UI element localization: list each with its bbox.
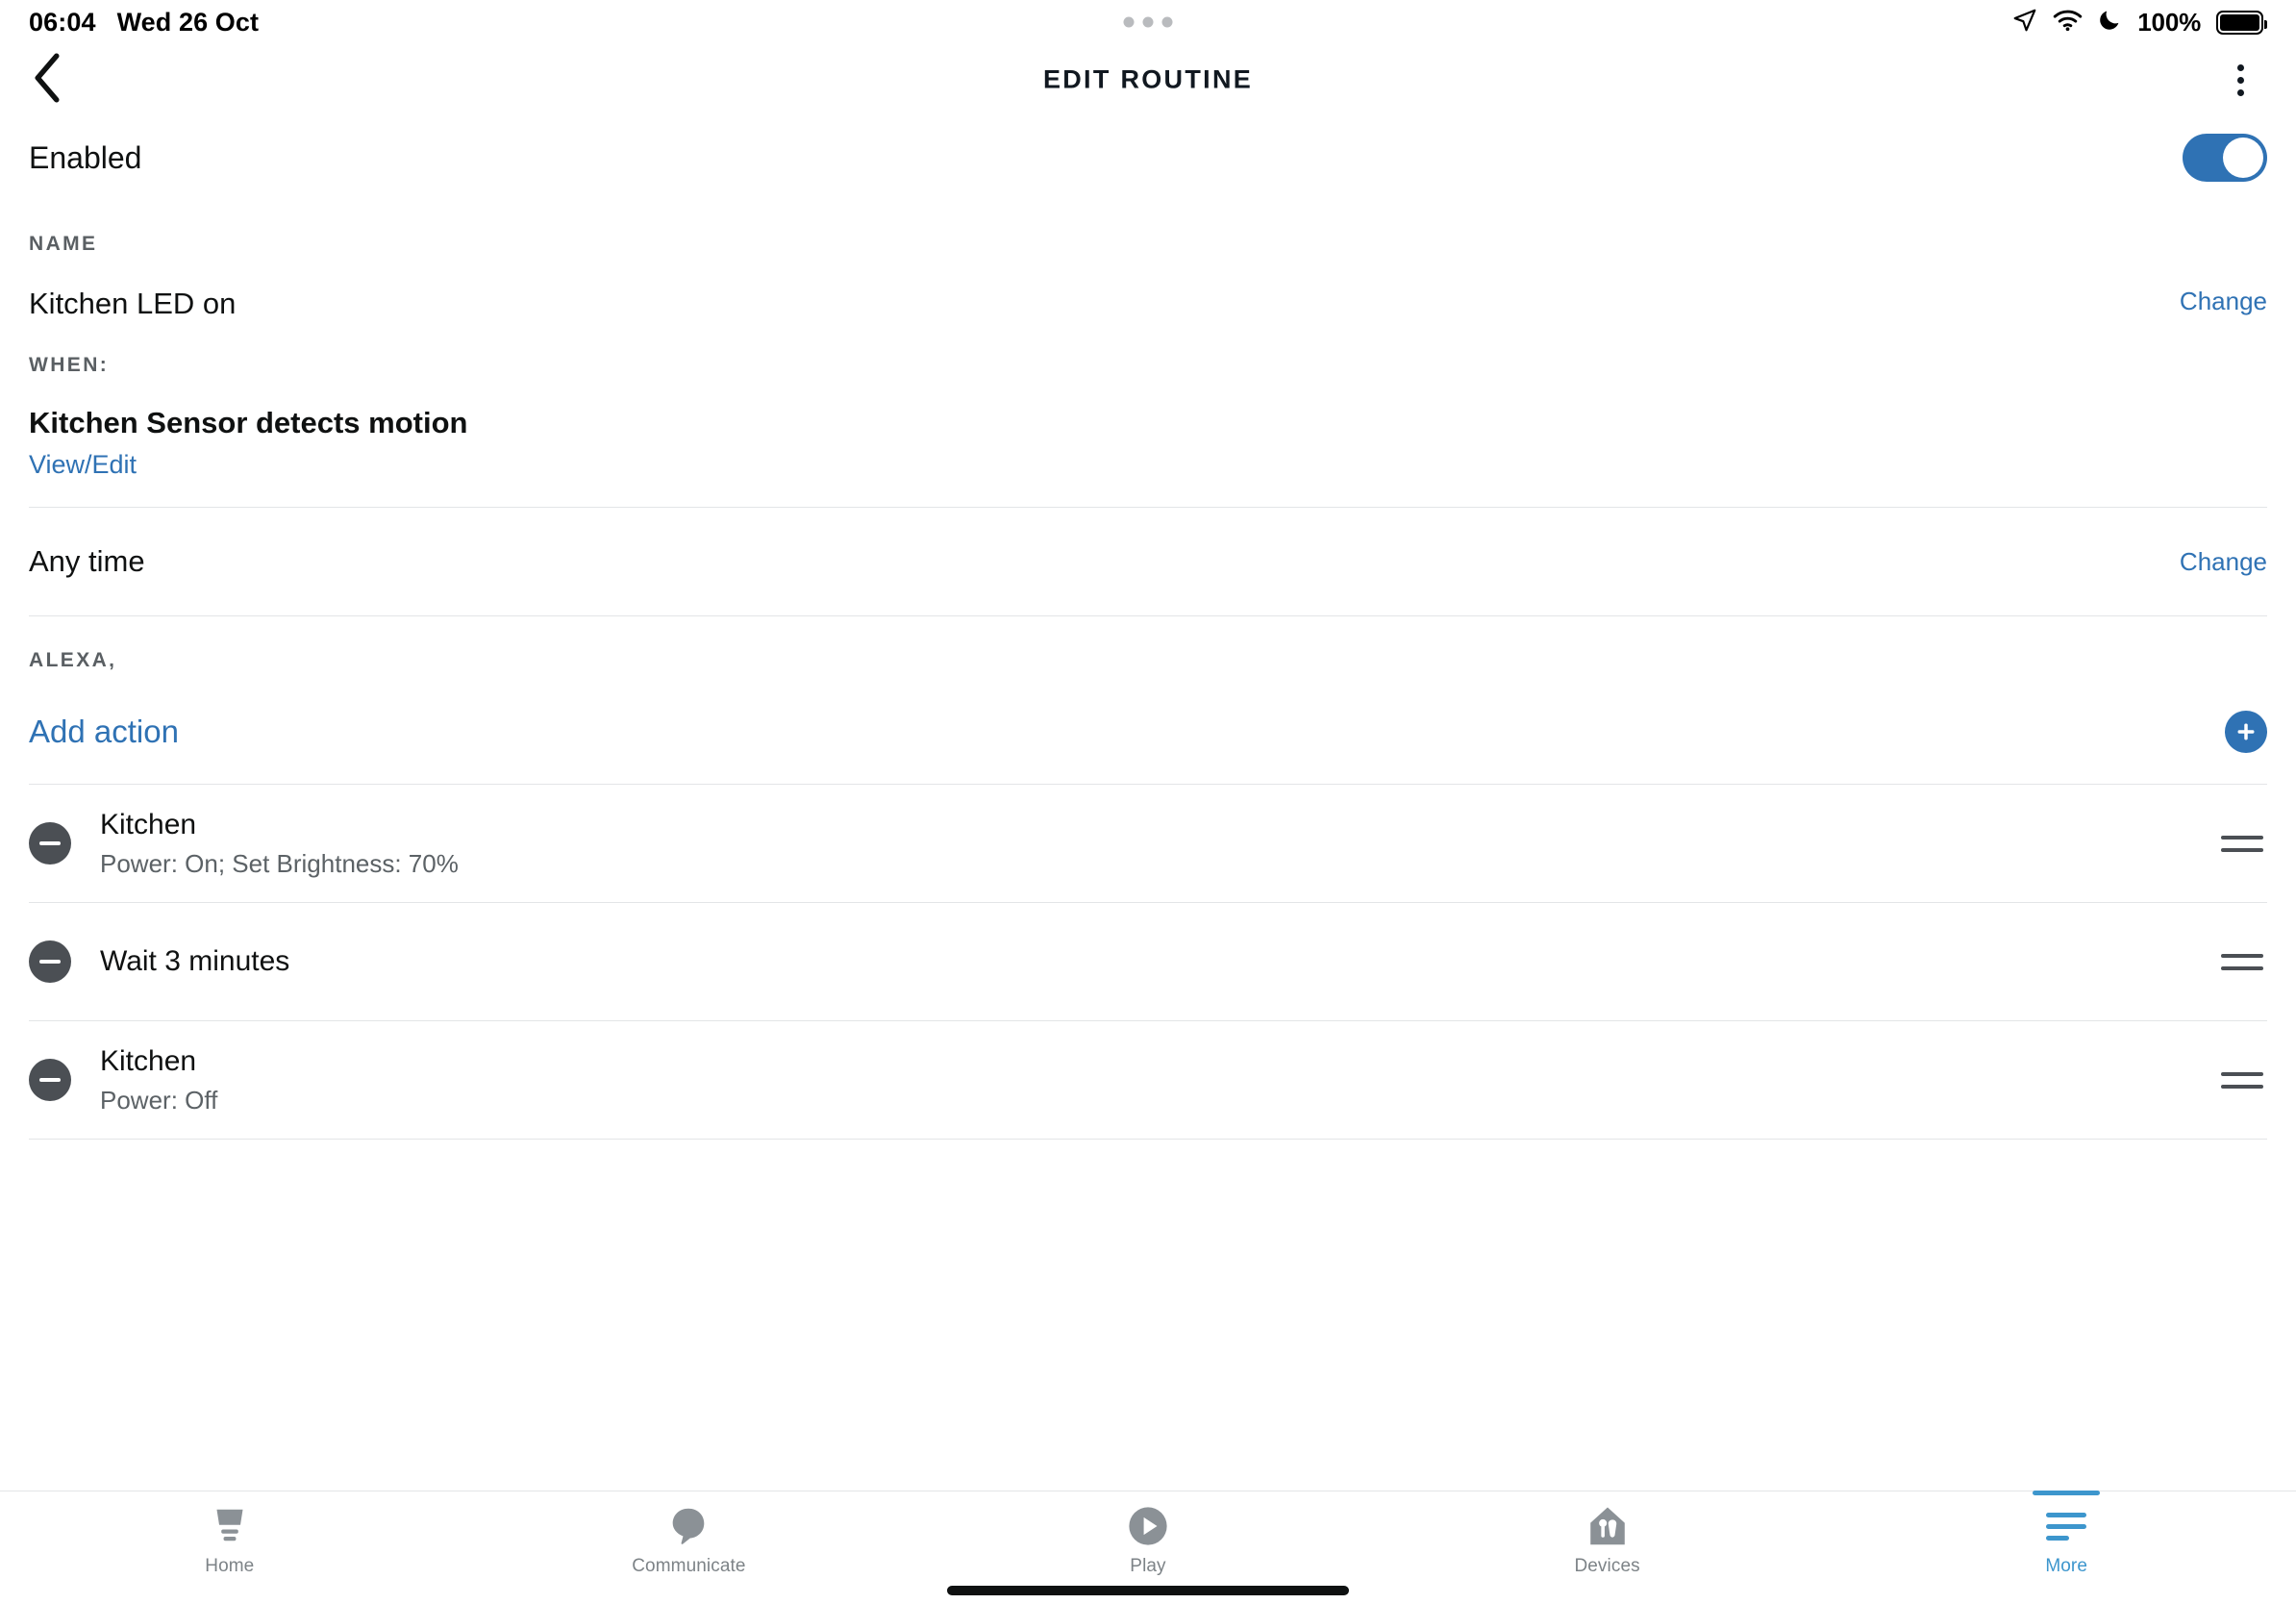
trigger-view-edit-link[interactable]: View/Edit bbox=[29, 450, 2267, 480]
time-constraint-row: Any time Change bbox=[29, 508, 2267, 615]
status-bar: 06:04 Wed 26 Oct 100% bbox=[0, 0, 2296, 44]
kebab-dot bbox=[2236, 76, 2244, 84]
drag-handle-icon[interactable] bbox=[2221, 953, 2263, 970]
action-text: Wait 3 minutes bbox=[100, 944, 2192, 978]
location-arrow-icon bbox=[2012, 8, 2037, 38]
dot bbox=[1161, 16, 1173, 28]
chevron-left-icon bbox=[31, 52, 63, 108]
app-screen: 06:04 Wed 26 Oct 100% EDIT ROUTINE Enabl… bbox=[0, 0, 2296, 1604]
tab-label: More bbox=[2045, 1556, 2088, 1576]
status-time: 06:04 bbox=[29, 7, 96, 37]
kebab-dot bbox=[2236, 63, 2244, 71]
tab-label: Communicate bbox=[632, 1556, 746, 1576]
tab-communicate[interactable]: Communicate bbox=[460, 1491, 919, 1604]
wifi-icon bbox=[2053, 9, 2083, 37]
kebab-dot bbox=[2236, 88, 2244, 96]
hamburger-menu-icon bbox=[2046, 1505, 2087, 1547]
bottom-tab-bar: Home Communicate Play Devices More bbox=[0, 1491, 2296, 1604]
home-icon bbox=[209, 1505, 251, 1547]
multitask-dots-icon[interactable] bbox=[1123, 16, 1173, 28]
toggle-knob bbox=[2223, 138, 2263, 178]
status-bar-right: 100% bbox=[2012, 7, 2267, 38]
page-title: EDIT ROUTINE bbox=[1042, 64, 1254, 94]
time-constraint-value: Any time bbox=[29, 544, 145, 578]
action-title: Kitchen bbox=[100, 808, 197, 840]
routine-content: Enabled NAME Kitchen LED on Change WHEN:… bbox=[0, 115, 2296, 1491]
tab-home[interactable]: Home bbox=[0, 1491, 460, 1604]
trigger-description: Kitchen Sensor detects motion bbox=[29, 406, 468, 439]
action-row[interactable]: Kitchen Power: On; Set Brightness: 70% bbox=[29, 785, 2267, 902]
play-circle-icon bbox=[1127, 1505, 1169, 1547]
tab-label: Devices bbox=[1574, 1556, 1640, 1576]
minus-circle-icon[interactable] bbox=[29, 1059, 71, 1101]
status-date: Wed 26 Oct bbox=[116, 7, 260, 37]
tab-label: Home bbox=[205, 1556, 255, 1576]
enabled-toggle[interactable] bbox=[2183, 134, 2267, 182]
name-row: Kitchen LED on Change bbox=[29, 256, 2267, 321]
action-row[interactable]: Wait 3 minutes bbox=[29, 903, 2267, 1020]
divider bbox=[29, 1139, 2267, 1140]
divider bbox=[29, 615, 2267, 616]
when-section-label: WHEN: bbox=[29, 354, 110, 376]
action-row[interactable]: Kitchen Power: Off bbox=[29, 1021, 2267, 1139]
name-section-label: NAME bbox=[29, 233, 98, 255]
drag-handle-icon[interactable] bbox=[2221, 835, 2263, 852]
moon-icon bbox=[2098, 8, 2122, 37]
tab-label: Play bbox=[1130, 1556, 1166, 1576]
enabled-row: Enabled bbox=[29, 115, 2267, 200]
drag-handle-icon[interactable] bbox=[2221, 1071, 2263, 1089]
tab-devices[interactable]: Devices bbox=[1378, 1491, 1837, 1604]
add-action-row: Add action bbox=[29, 672, 2267, 784]
plus-circle-icon[interactable] bbox=[2225, 711, 2267, 753]
enabled-label: Enabled bbox=[29, 139, 142, 175]
add-action-link[interactable]: Add action bbox=[29, 714, 179, 750]
action-subtitle: Power: Off bbox=[100, 1086, 218, 1115]
time-change-link[interactable]: Change bbox=[2180, 547, 2267, 577]
status-bar-left: 06:04 Wed 26 Oct bbox=[29, 8, 259, 38]
action-title: Wait 3 minutes bbox=[100, 945, 290, 978]
back-button[interactable] bbox=[31, 52, 85, 108]
action-text: Kitchen Power: On; Set Brightness: 70% bbox=[100, 808, 2192, 879]
routine-name-value: Kitchen LED on bbox=[29, 287, 237, 320]
dot bbox=[1123, 16, 1135, 28]
name-change-link[interactable]: Change bbox=[2180, 287, 2267, 316]
dot bbox=[1142, 16, 1154, 28]
minus-circle-icon[interactable] bbox=[29, 822, 71, 865]
action-subtitle: Power: On; Set Brightness: 70% bbox=[100, 849, 459, 879]
action-title: Kitchen bbox=[100, 1044, 197, 1077]
devices-house-icon bbox=[1587, 1505, 1628, 1547]
nav-header: EDIT ROUTINE bbox=[0, 44, 2296, 115]
overflow-menu-button[interactable] bbox=[2215, 53, 2265, 107]
tab-play[interactable]: Play bbox=[918, 1491, 1378, 1604]
tab-more[interactable]: More bbox=[1836, 1491, 2296, 1604]
speech-bubble-icon bbox=[669, 1505, 708, 1547]
action-text: Kitchen Power: Off bbox=[100, 1044, 2192, 1115]
minus-circle-icon[interactable] bbox=[29, 940, 71, 983]
battery-icon bbox=[2216, 10, 2267, 35]
battery-percent-label: 100% bbox=[2137, 7, 2201, 37]
alexa-section-label: ALEXA, bbox=[29, 649, 117, 671]
trigger-block: Kitchen Sensor detects motion View/Edit bbox=[29, 377, 2267, 507]
